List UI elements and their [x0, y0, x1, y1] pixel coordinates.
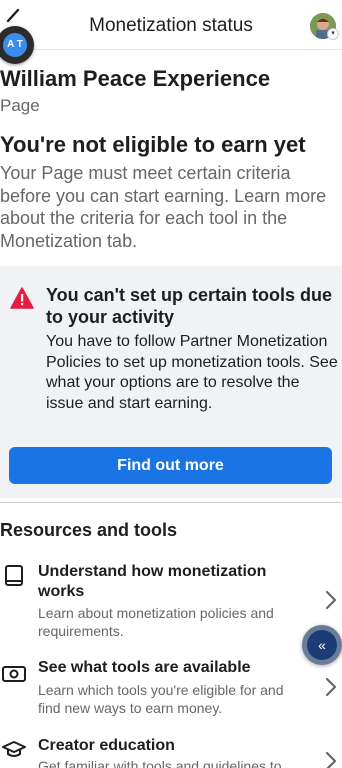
book-icon [5, 565, 23, 586]
eligibility-description: Your Page must meet certain criteria bef… [0, 163, 327, 251]
list-item-see-tools[interactable]: See what tools are available Learn which… [0, 658, 342, 720]
chevron-right-icon [325, 751, 337, 768]
page-name: William Peace Experience [0, 66, 271, 91]
money-icon [2, 666, 26, 682]
eligibility-heading: You're not eligible to earn yet [0, 132, 306, 157]
list-item-understand-monetization[interactable]: Understand how monetization works Learn … [0, 562, 342, 644]
top-bar: Monetization status ▾ [0, 0, 342, 50]
list-item-title: See what tools are available [38, 659, 251, 676]
list-item-description: Learn which tools you're eligible for an… [38, 682, 284, 716]
translate-icon: A T [3, 33, 27, 57]
floating-collapse-button[interactable]: « [302, 625, 342, 665]
page-type-label: Page [0, 96, 40, 115]
alert-description: You have to follow Partner Monetization … [46, 333, 338, 412]
double-chevron-left-icon: « [307, 630, 337, 660]
translate-button[interactable]: A T [0, 26, 34, 64]
list-item-title: Understand how monetization works [38, 563, 267, 600]
page-title: Monetization status [89, 15, 253, 36]
alert-heading: You can't set up certain tools due to yo… [46, 285, 332, 327]
list-item-title: Creator education [38, 737, 175, 754]
list-item-creator-education[interactable]: Creator education Get familiar with tool… [0, 736, 342, 768]
warning-icon [10, 287, 34, 309]
chevron-right-icon [325, 677, 337, 697]
chevron-right-icon [325, 590, 337, 610]
list-item-description: Get familiar with tools and guidelines t… [38, 758, 282, 768]
find-out-more-button[interactable]: Find out more [9, 447, 332, 484]
resources-heading: Resources and tools [0, 520, 178, 540]
list-item-description: Learn about monetization policies and re… [38, 605, 274, 639]
graduation-cap-icon [2, 741, 26, 757]
divider [0, 502, 342, 503]
chevron-down-icon[interactable]: ▾ [327, 28, 339, 40]
